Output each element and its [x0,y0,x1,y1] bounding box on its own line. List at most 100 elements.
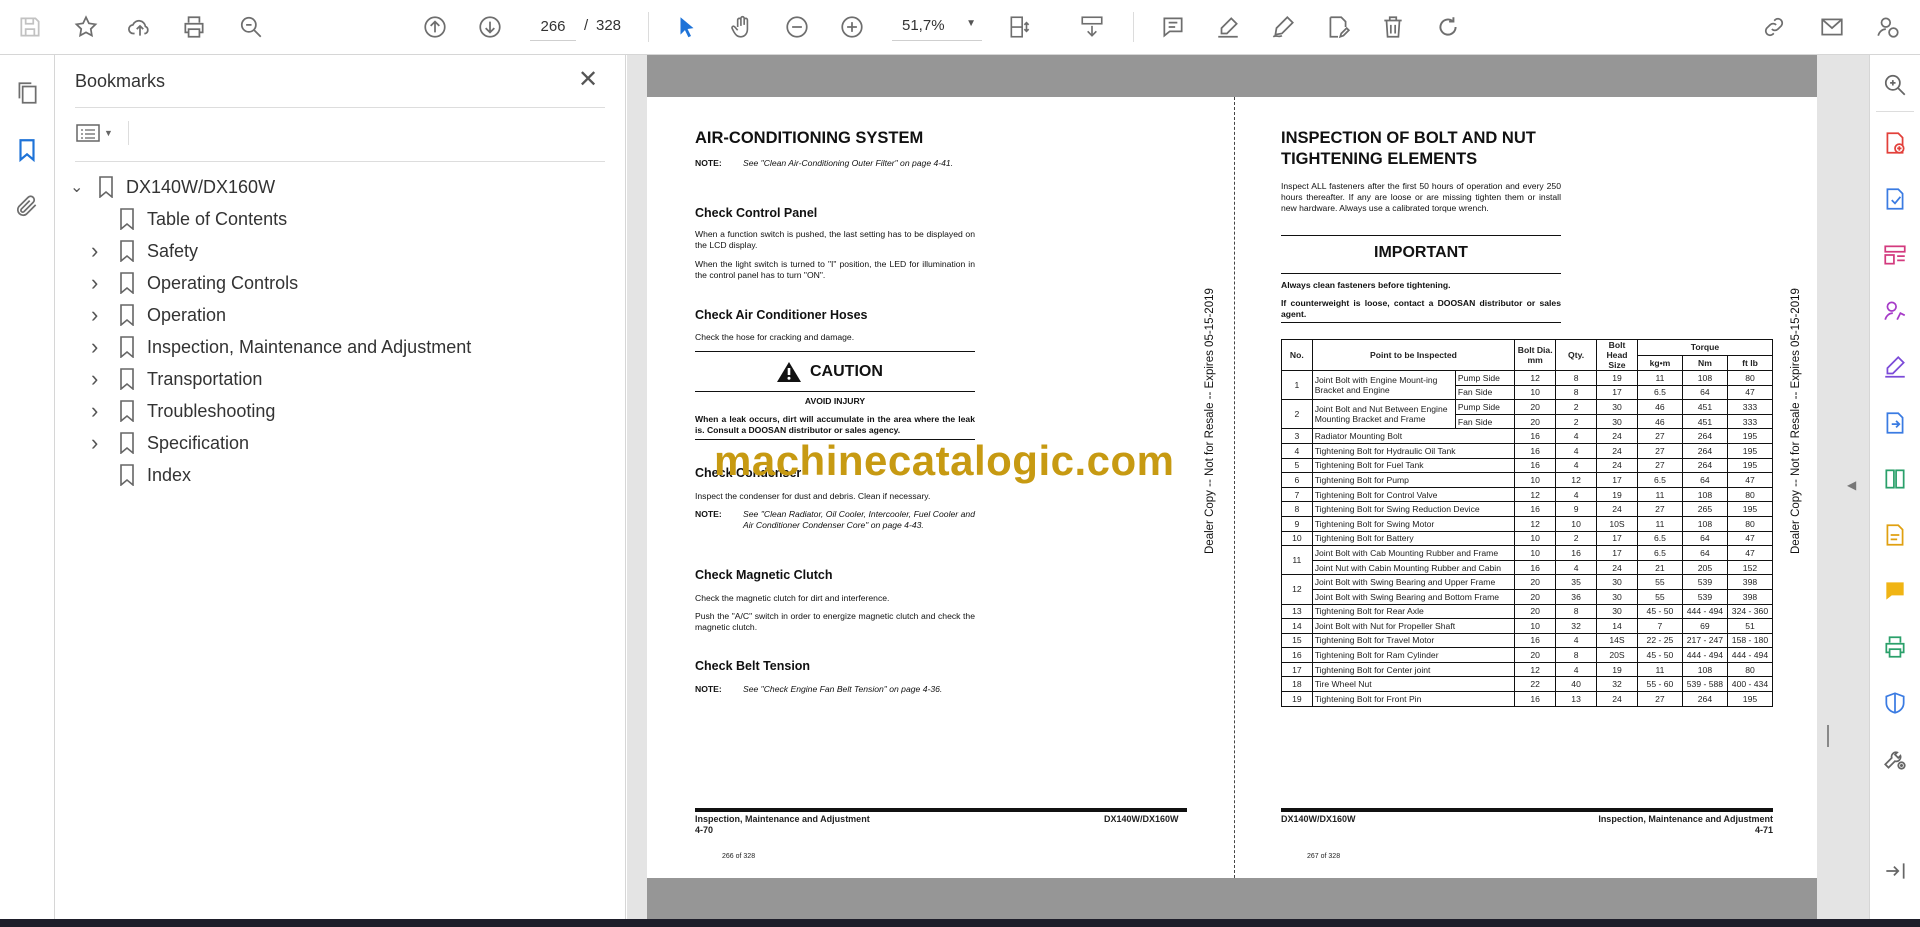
zoom-level-select[interactable]: 51,7% ▼ [892,13,982,41]
request-signatures-icon[interactable] [1879,295,1911,327]
intro-paragraph: Inspect ALL fasteners after the first 50… [1281,181,1561,213]
table-cell: 8 [1555,647,1598,663]
toolbar-divider [1133,12,1134,42]
highlight-pen-icon[interactable] [1212,11,1244,43]
more-tools-icon[interactable] [1879,743,1911,775]
chevron-down-icon[interactable]: ⌄ [70,177,88,197]
search-zoom-icon[interactable] [235,11,267,43]
organize-pages-icon[interactable] [1879,239,1911,271]
select-arrow-icon[interactable] [671,11,703,43]
bookmark-item[interactable]: › Operating Controls [91,268,298,298]
table-cell: 7 [1281,486,1313,503]
footer-model: DX140W/DX160W [1281,814,1356,824]
attachments-paperclip-icon[interactable] [11,190,43,222]
bookmark-item[interactable]: Index [91,460,191,490]
share-link-icon[interactable] [1758,11,1790,43]
fill-sign-icon[interactable] [1879,351,1911,383]
table-cell: 40 [1555,676,1598,693]
footer-section: Inspection, Maintenance and Adjustment [695,814,870,824]
table-cell: 9 [1281,515,1313,532]
table-cell: 15 [1281,632,1313,649]
table-row: 2 Joint Bolt and Nut Between Engine Mount… [1281,399,1774,430]
chevron-right-icon[interactable]: › [91,366,109,392]
upload-cloud-icon[interactable] [124,11,156,43]
bookmark-root[interactable]: ⌄ DX140W/DX160W [70,172,275,202]
table-cell: Tightening Bolt for Travel Motor [1311,632,1516,649]
table-cell: Tightening Bolt for Ram Cylinder [1311,647,1516,663]
table-cell: 24 [1596,442,1638,459]
compare-files-icon[interactable] [1879,463,1911,495]
export-pdf-icon[interactable] [1879,183,1911,215]
chevron-right-icon[interactable]: › [91,270,109,296]
table-cell: 108 [1681,515,1728,532]
table-cell: 19 [1596,486,1638,503]
collapse-panel-arrow-icon[interactable]: ◀ [1847,478,1856,492]
bookmark-item[interactable]: › Transportation [91,364,262,394]
bookmark-item[interactable]: › Troubleshooting [91,396,275,426]
page-thumbnails-icon[interactable] [11,77,43,109]
table-cell: 20 [1514,647,1557,663]
table-cell: 16 [1514,559,1557,576]
bookmark-item[interactable]: › Specification [91,428,249,458]
zoom-out-icon[interactable] [781,11,813,43]
chevron-right-icon[interactable]: › [91,302,109,328]
print-icon[interactable] [178,11,210,43]
page-gap [647,878,1817,919]
delete-icon[interactable] [1377,11,1409,43]
table-cell: 19 [1596,370,1638,386]
page-up-icon[interactable] [419,11,451,43]
chevron-right-icon[interactable]: › [91,334,109,360]
hand-pan-icon[interactable] [726,11,758,43]
dealer-copy-stamp: Dealer Copy -- Not for Resale -- Expires… [1790,288,1802,554]
send-for-review-icon[interactable] [1879,407,1911,439]
note-label: NOTE: [695,158,722,168]
zoom-in-icon[interactable] [836,11,868,43]
scrollbar-thumb[interactable] [1827,725,1829,747]
bookmarks-panel-icon[interactable] [11,134,43,166]
close-icon[interactable]: ✕ [576,68,600,93]
bookmark-icon [120,304,134,326]
email-icon[interactable] [1816,11,1848,43]
fit-page-icon[interactable] [1004,11,1036,43]
table-row: 12 Joint Bolt with Swing Bearing and Uppe… [1281,574,1774,605]
bookmark-item[interactable]: › Operation [91,300,226,330]
scan-ocr-icon[interactable] [1879,519,1911,551]
zoom-search-icon[interactable] [1879,69,1911,101]
collapse-rail-icon[interactable] [1879,855,1911,887]
comment-icon[interactable] [1157,11,1189,43]
edit-text-icon[interactable] [1322,11,1354,43]
header-dia: Bolt Dia. mm [1514,339,1557,371]
chevron-right-icon[interactable]: › [91,238,109,264]
comment-tool-icon[interactable] [1879,575,1911,607]
paragraph: Inspect the condenser for dust and debri… [695,491,931,501]
table-cell: 11 [1636,486,1683,503]
redo-icon[interactable] [1432,11,1464,43]
caution-box: CAUTION [776,361,883,383]
table-cell: Tightening Bolt for Front Pin [1311,691,1516,707]
chevron-right-icon[interactable]: › [91,430,109,456]
table-cell: 4 [1281,442,1313,459]
protect-shield-icon[interactable] [1879,687,1911,719]
chevron-right-icon[interactable]: › [91,398,109,424]
footer-page-number: 4-70 [695,825,714,835]
table-cell: 2 [1281,399,1313,430]
bookmark-item[interactable]: › Safety [91,236,198,266]
torque-spec-table: No. Point to be Inspected Bolt Dia. mm Q… [1281,339,1774,707]
save-icon[interactable] [14,11,46,43]
table-cell: 22 [1514,676,1557,693]
bookmark-options-button[interactable]: ▼ [76,119,124,147]
page-number-input[interactable] [530,13,576,41]
page-down-icon[interactable] [474,11,506,43]
create-pdf-icon[interactable] [1879,127,1911,159]
scroll-mode-icon[interactable] [1076,11,1108,43]
draw-icon[interactable] [1267,11,1299,43]
bookmark-item[interactable]: › Inspection, Maintenance and Adjustment [91,332,471,362]
bookmark-item[interactable]: Table of Contents [91,204,287,234]
table-cell: 55 - 60 [1636,676,1683,693]
table-cell: 32 [1555,618,1598,634]
table-cell: 16 [1514,501,1557,517]
star-bookmark-icon[interactable] [70,11,102,43]
print-production-icon[interactable] [1879,631,1911,663]
account-help-icon[interactable] [1872,11,1904,43]
table-cell: 333 [1726,413,1774,430]
